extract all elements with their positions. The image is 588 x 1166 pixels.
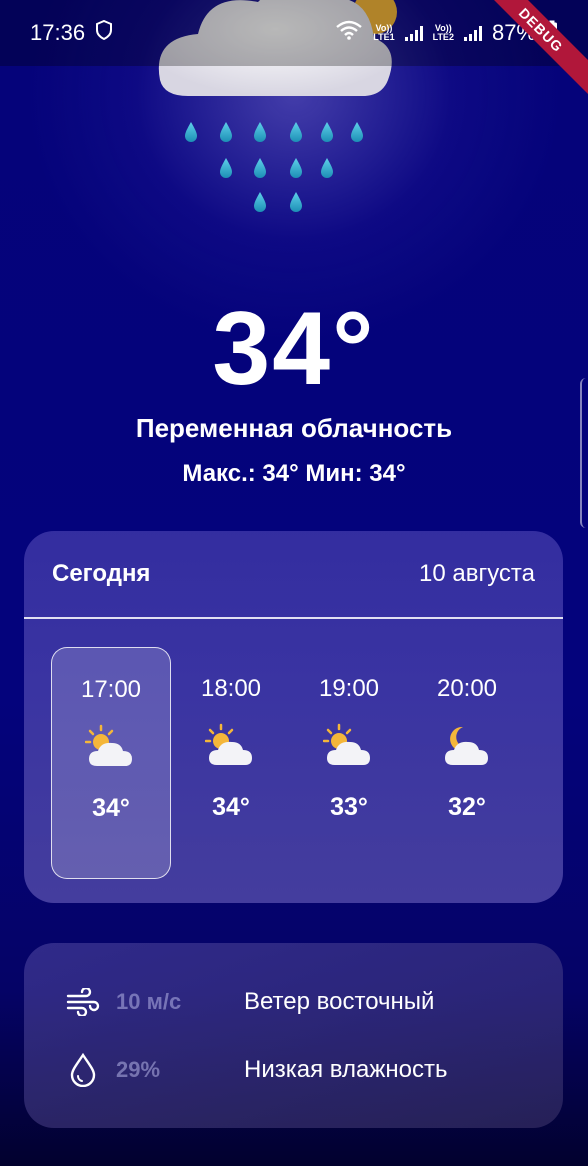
humidity-label: Низкая влажность [244, 1056, 448, 1083]
status-bar: 17:36 Vo)) LTE1 Vo)) LTE2 87% [0, 0, 588, 66]
max-min-temperature: Макс.: 34° Мин: 34° [182, 460, 406, 487]
water-drop-icon [64, 1051, 102, 1089]
humidity-value: 29% [116, 1057, 161, 1082]
edge-panel-handle[interactable] [580, 378, 588, 528]
humidity-row: 29% Низкая влажность [64, 1051, 447, 1089]
shield-icon [95, 19, 113, 46]
wind-icon [64, 983, 102, 1021]
hour-item-19[interactable]: 19:00 33° [289, 647, 409, 879]
hour-temperature: 34° [92, 794, 130, 822]
hour-temperature: 33° [330, 793, 368, 821]
hour-item-18[interactable]: 18:00 34° [171, 647, 291, 879]
hour-temperature: 34° [212, 793, 250, 821]
signal-icon [404, 25, 423, 41]
hour-time: 19:00 [318, 675, 380, 702]
current-temperature: 34° [212, 291, 376, 407]
signal-icon [463, 25, 482, 41]
wind-row: 10 м/с Ветер восточный [64, 983, 434, 1021]
today-card-header: Сегодня 10 августа [24, 531, 563, 617]
partly-cloudy-day-icon [84, 724, 137, 772]
partly-cloudy-day-icon [204, 723, 257, 771]
partly-cloudy-night-icon [441, 723, 493, 771]
weather-details-card: 10 м/с Ветер восточный 29% Низкая влажно… [24, 943, 563, 1128]
sim1-indicator: Vo)) LTE1 [373, 23, 395, 42]
hour-temperature: 32° [448, 793, 486, 821]
hourly-forecast-list: 17:00 34° 18:00 34° 19:00 33° 20:00 32° [24, 619, 563, 903]
weather-condition: Переменная облачность [135, 413, 453, 443]
wind-value: 10 м/с [116, 989, 182, 1014]
partly-cloudy-day-icon [322, 723, 375, 771]
wind-label: Ветер восточный [244, 988, 435, 1015]
hour-item-20[interactable]: 20:00 32° [407, 647, 527, 879]
hour-time: 18:00 [200, 675, 262, 702]
hour-time: 20:00 [436, 675, 498, 702]
hour-item-17[interactable]: 17:00 34° [51, 647, 171, 879]
today-title: Сегодня [52, 560, 151, 587]
status-time: 17:36 [30, 20, 86, 45]
sim2-indicator: Vo)) LTE2 [432, 23, 454, 42]
today-date: 10 августа [418, 560, 535, 587]
today-forecast-card: Сегодня 10 августа 17:00 34° 18:00 34° 1… [24, 531, 563, 903]
wifi-icon [335, 20, 363, 46]
hour-time: 17:00 [80, 676, 142, 703]
